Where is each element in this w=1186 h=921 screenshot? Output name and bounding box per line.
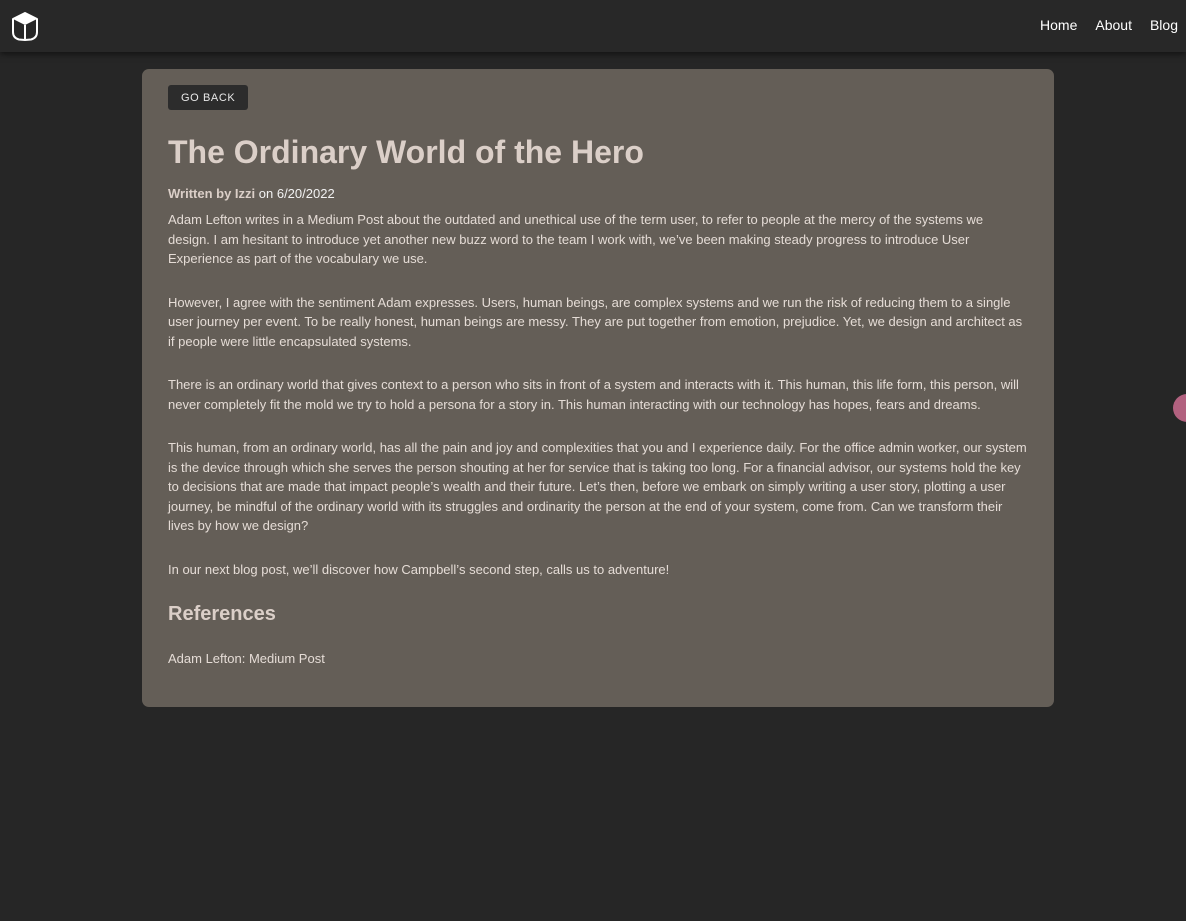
post-title: The Ordinary World of the Hero (168, 134, 644, 170)
references-heading: References (168, 603, 276, 625)
nav-home-link[interactable]: Home (1040, 17, 1077, 33)
byline-author: Written by Izzi (168, 186, 256, 201)
reference-link[interactable]: Adam Lefton: Medium Post (168, 649, 1028, 668)
post-paragraph: However, I agree with the sentiment Adam… (168, 294, 1023, 349)
main-nav: Home About Blog (1040, 0, 1186, 50)
cube-logo-icon[interactable] (10, 11, 40, 41)
post-paragraph: This human, from an ordinary world, has … (168, 440, 1027, 533)
go-back-button[interactable]: GO BACK (168, 85, 249, 110)
byline-date: on 6/20/2022 (255, 186, 335, 201)
post-paragraph: In our next blog post, we’ll discover ho… (168, 561, 670, 577)
nav-blog-link[interactable]: Blog (1150, 17, 1178, 33)
post-paragraph: There is an ordinary world that gives co… (168, 377, 1019, 412)
post-paragraph: Adam Lefton writes in a Medium Post abou… (168, 212, 984, 266)
nav-about-link[interactable]: About (1095, 17, 1132, 33)
blog-post-card: GO BACK The Ordinary World of the Hero W… (142, 69, 1054, 707)
post-byline: Written by Izzi on 6/20/2022 (168, 185, 1028, 203)
top-navigation-bar: Home About Blog (0, 0, 1186, 52)
floating-action-bubble[interactable] (1173, 394, 1186, 422)
